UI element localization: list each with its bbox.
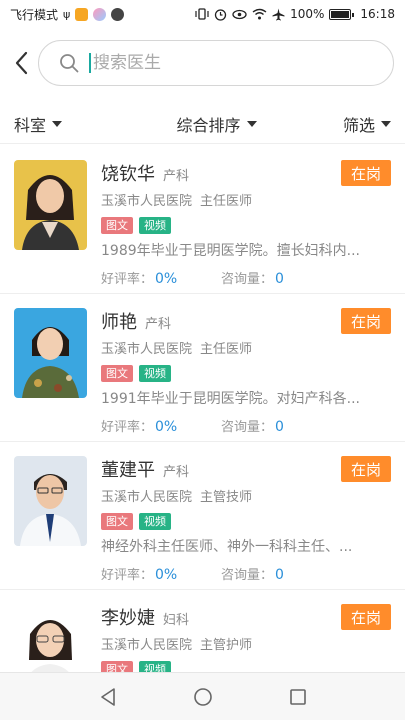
doctor-description: 1991年毕业于昆明医学院。对妇产科各... <box>101 391 360 407</box>
rating-value: 0% <box>155 271 178 287</box>
doctor-photo <box>14 604 87 672</box>
system-nav-bar <box>0 672 405 720</box>
sort-filter[interactable]: 综合排序 <box>176 112 257 136</box>
doctor-description: 神经外科主任医师、神外一科科主任、... <box>101 539 353 555</box>
consult-value: 0 <box>275 419 284 435</box>
rating-value: 0% <box>155 567 178 583</box>
screen-filter-label: 筛选 <box>342 115 375 135</box>
search-input[interactable] <box>89 53 329 73</box>
circle-home-icon <box>193 687 212 706</box>
doctor-title: 主任医师 <box>200 342 253 357</box>
battery-percent: 100% <box>290 7 325 21</box>
caret-down-icon <box>380 120 391 127</box>
eye-icon <box>232 9 247 19</box>
video-consult-tag: 视频 <box>139 365 171 382</box>
doctor-description: 1989年毕业于昆明医学院。擅长妇科内... <box>101 243 360 259</box>
on-duty-button[interactable]: 在岗 <box>341 604 391 630</box>
on-duty-button[interactable]: 在岗 <box>341 456 391 482</box>
triangle-back-icon <box>100 687 115 706</box>
doctor-department: 产科 <box>163 465 190 480</box>
doctor-photo <box>14 308 87 398</box>
rating-value: 0% <box>155 419 178 435</box>
clock: 16:18 <box>360 7 395 21</box>
doctor-card[interactable]: 师艳 产科 玉溪市人民医院 主任医师 图文 视频 1991年毕业于昆明医学院。对… <box>0 294 405 442</box>
text-consult-tag: 图文 <box>101 513 133 530</box>
doctor-card[interactable]: 董建平 产科 玉溪市人民医院 主管技师 图文 视频 神经外科主任医师、神外一科科… <box>0 442 405 590</box>
department-filter-label: 科室 <box>14 115 47 135</box>
usb-icon: ψ <box>63 7 71 21</box>
department-filter[interactable]: 科室 <box>14 112 63 136</box>
text-consult-tag: 图文 <box>101 661 133 672</box>
back-arrow-icon <box>15 51 28 75</box>
doctor-title: 主管技师 <box>200 490 253 505</box>
on-duty-button[interactable]: 在岗 <box>341 308 391 334</box>
airplane-mode-text: 飞行模式 <box>10 7 59 22</box>
doctor-hospital: 玉溪市人民医院 <box>101 342 193 357</box>
doctor-name: 师艳 <box>101 312 137 333</box>
doctor-department: 产科 <box>163 169 190 184</box>
app-icon-orange <box>75 7 89 21</box>
video-consult-tag: 视频 <box>139 513 171 530</box>
status-bar-left: 飞行模式 ψ <box>10 6 125 23</box>
screen-filter[interactable]: 筛选 <box>343 112 391 136</box>
doctor-photo <box>14 160 87 250</box>
doctor-hospital: 玉溪市人民医院 <box>101 194 193 209</box>
doctor-name: 李妙婕 <box>101 608 155 629</box>
doctor-title: 主管护师 <box>200 638 253 653</box>
status-bar: 飞行模式 ψ 100% 16:18 <box>0 0 405 28</box>
search-box[interactable] <box>38 40 394 86</box>
rating-label: 好评率： <box>101 272 154 287</box>
consult-label: 咨询量： <box>221 420 274 435</box>
consult-value: 0 <box>275 271 284 287</box>
video-consult-tag: 视频 <box>139 661 171 672</box>
nav-recents-button[interactable] <box>278 677 318 717</box>
doctor-hospital: 玉溪市人民医院 <box>101 490 193 505</box>
consult-label: 咨询量： <box>221 272 274 287</box>
video-consult-tag: 视频 <box>139 217 171 234</box>
square-recents-icon <box>289 688 306 705</box>
doctor-list: 饶钦华 产科 玉溪市人民医院 主任医师 图文 视频 1989年毕业于昆明医学院。… <box>0 146 405 672</box>
nav-home-button[interactable] <box>183 677 223 717</box>
doctor-department: 妇科 <box>163 613 190 628</box>
search-icon <box>60 54 79 73</box>
back-button[interactable] <box>4 43 38 83</box>
sort-filter-label: 综合排序 <box>176 115 241 135</box>
status-bar-right: 100% 16:18 <box>195 7 395 21</box>
doctor-photo <box>14 456 87 546</box>
alarm-icon <box>214 8 227 21</box>
filter-bar: 科室 综合排序 筛选 <box>0 104 405 144</box>
rating-label: 好评率： <box>101 420 154 435</box>
airplane-icon <box>272 8 285 20</box>
wifi-icon <box>252 8 267 20</box>
doctor-title: 主任医师 <box>200 194 253 209</box>
doctor-card[interactable]: 饶钦华 产科 玉溪市人民医院 主任医师 图文 视频 1989年毕业于昆明医学院。… <box>0 146 405 294</box>
rating-label: 好评率： <box>101 568 154 583</box>
caret-down-icon <box>246 120 257 127</box>
on-duty-button[interactable]: 在岗 <box>341 160 391 186</box>
search-header <box>0 38 405 88</box>
vibrate-icon <box>195 8 209 20</box>
app-icon-pastel <box>93 7 107 21</box>
doctor-name: 董建平 <box>101 460 155 481</box>
battery-icon <box>329 8 355 20</box>
text-consult-tag: 图文 <box>101 217 133 234</box>
doctor-name: 饶钦华 <box>101 164 155 185</box>
doctor-department: 产科 <box>145 317 172 332</box>
consult-label: 咨询量： <box>221 568 274 583</box>
doctor-card[interactable]: 李妙婕 妇科 玉溪市人民医院 主管护师 图文 视频 在岗 <box>0 590 405 672</box>
consult-value: 0 <box>275 567 284 583</box>
doctor-hospital: 玉溪市人民医院 <box>101 638 193 653</box>
app-icon-dark <box>111 7 125 21</box>
caret-down-icon <box>52 120 63 127</box>
text-consult-tag: 图文 <box>101 365 133 382</box>
nav-back-button[interactable] <box>88 677 128 717</box>
